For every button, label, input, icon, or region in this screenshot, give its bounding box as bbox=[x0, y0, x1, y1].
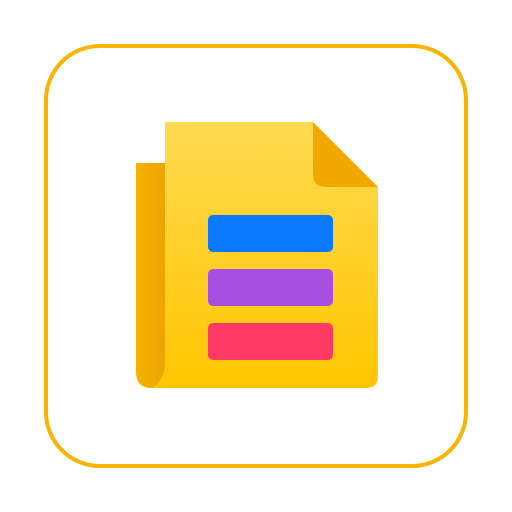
corner-fold bbox=[313, 122, 378, 187]
document-icon bbox=[136, 122, 378, 388]
document-line-blue bbox=[208, 215, 333, 252]
document-line-purple bbox=[208, 269, 333, 306]
document-line-red bbox=[208, 323, 333, 360]
